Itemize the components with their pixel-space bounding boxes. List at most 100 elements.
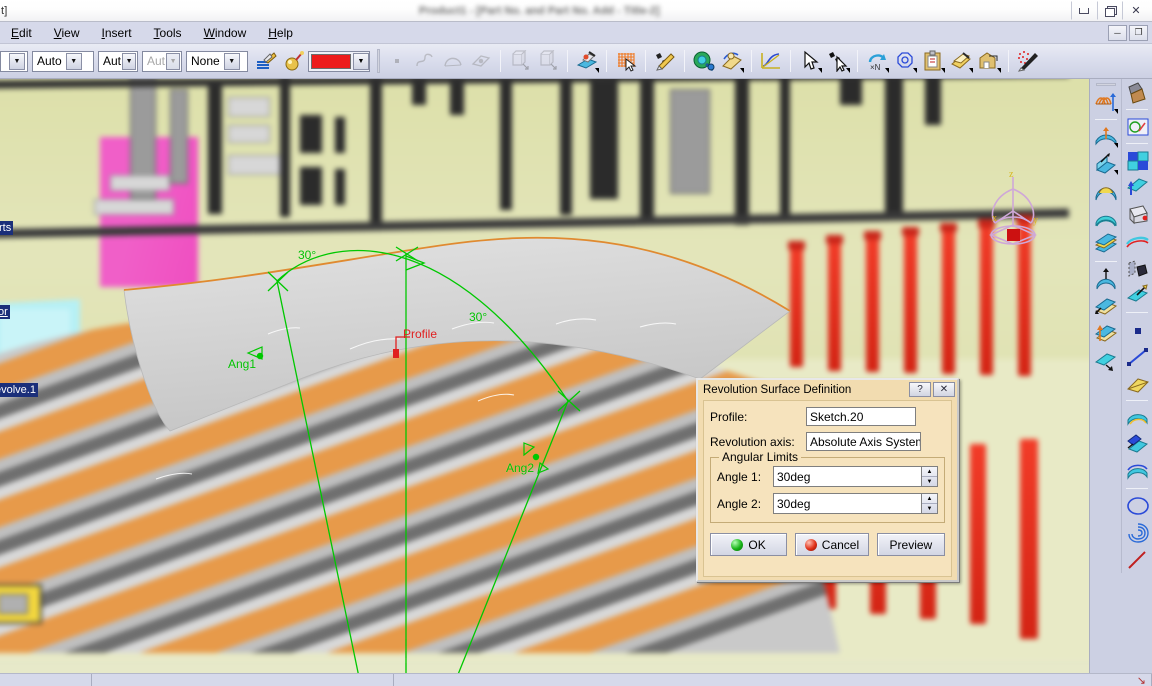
repeat-object-icon[interactable]: ×N — [864, 48, 890, 74]
sketcher-icon[interactable] — [574, 48, 600, 74]
toolbar-grip[interactable] — [377, 49, 380, 73]
catalog-icon[interactable] — [920, 48, 946, 74]
layer-combo[interactable]: ▼ — [0, 50, 28, 72]
arc-icon[interactable] — [440, 48, 466, 74]
ok-button[interactable]: OK — [710, 533, 788, 556]
parallel-curve-icon[interactable] — [1122, 458, 1152, 485]
line-icon[interactable] — [1122, 343, 1152, 370]
spin-up-icon[interactable]: ▲ — [922, 467, 937, 477]
dialog-close-button[interactable]: ✕ — [933, 382, 955, 397]
dialog-help-button[interactable]: ? — [909, 382, 931, 397]
extrude-surface-icon[interactable] — [1090, 89, 1121, 116]
extrude-icon[interactable] — [507, 48, 533, 74]
profile-field[interactable]: Sketch.20 — [806, 407, 916, 426]
select-icon[interactable] — [797, 48, 823, 74]
preview-button[interactable]: Preview — [876, 533, 945, 556]
menu-item-help[interactable]: Help — [257, 24, 304, 42]
point-element-icon[interactable] — [1122, 316, 1152, 343]
point-icon[interactable] — [1122, 282, 1152, 309]
visualization-combo[interactable]: Auto ▼ — [32, 50, 94, 72]
question-mark-icon: ? — [917, 384, 923, 395]
sketch-tracer-icon[interactable] — [948, 48, 974, 74]
shape-fillet-icon[interactable] — [1122, 255, 1152, 282]
revolve-surface-icon[interactable] — [1090, 123, 1121, 150]
healing-icon[interactable] — [1122, 113, 1152, 140]
angle2-field[interactable]: 30deg — [773, 493, 922, 514]
fill-surface-icon[interactable] — [1090, 231, 1121, 258]
color-picker[interactable]: ▼ — [308, 50, 370, 72]
status-cell — [0, 673, 93, 686]
multi-select-icon[interactable] — [825, 48, 851, 74]
render-style-combo[interactable]: Aut ▼ — [98, 50, 138, 72]
mdi-minimize-button[interactable]: ─ — [1108, 24, 1127, 41]
rendering-icon[interactable] — [976, 48, 1002, 74]
spin-down-icon[interactable]: ▼ — [922, 504, 937, 513]
spin-down-icon[interactable]: ▼ — [922, 477, 937, 486]
revolution-surface-dialog[interactable]: Revolution Surface Definition ? ✕ Profil… — [696, 378, 959, 582]
intersection-icon[interactable] — [1122, 431, 1152, 458]
angle2-spin-buttons[interactable]: ▲ ▼ — [922, 493, 938, 514]
trim-icon[interactable] — [1122, 174, 1152, 201]
3d-viewport[interactable]: 30° 30° Ang1 Ang2 Profile z x y rts or v… — [0, 79, 1089, 673]
sweep-surface-icon[interactable] — [1090, 204, 1121, 231]
offset-surface-icon[interactable] — [1090, 177, 1121, 204]
extract-boundary-icon[interactable] — [1122, 228, 1152, 255]
mdi-restore-button[interactable]: ❐ — [1129, 24, 1148, 41]
update-icon[interactable] — [652, 48, 678, 74]
point-icon[interactable] — [384, 48, 410, 74]
tree-item-parts[interactable]: rts — [0, 221, 14, 235]
angle1-field[interactable]: 30deg — [773, 466, 922, 487]
revolution-axis-field[interactable]: Absolute Axis System — [806, 432, 921, 451]
menu-item-view[interactable]: View — [43, 24, 91, 42]
projection-icon[interactable] — [1122, 404, 1152, 431]
plane-icon[interactable] — [1122, 370, 1152, 397]
menu-item-edit[interactable]: EEditdit — [0, 24, 43, 42]
boundary-icon[interactable] — [1122, 201, 1152, 228]
menu-item-insert[interactable]: Insert — [91, 24, 143, 42]
close-button[interactable]: ✕ — [1123, 1, 1149, 20]
measure-between-icon[interactable] — [719, 48, 745, 74]
spline-icon[interactable] — [412, 48, 438, 74]
apply-material-icon[interactable] — [281, 48, 307, 74]
angular-limits-group: Angular Limits Angle 1: 30deg ▲ ▼ Angle … — [710, 450, 945, 523]
join-icon[interactable] — [1122, 79, 1152, 106]
split-icon[interactable] — [1122, 147, 1152, 174]
image-capture-icon[interactable] — [1015, 48, 1041, 74]
multi-section-surface-icon[interactable] — [1090, 265, 1121, 292]
tree-item-revolve[interactable]: evolve.1 — [0, 383, 38, 397]
angle1-stepper[interactable]: 30deg ▲ ▼ — [773, 466, 938, 487]
pattern-icon[interactable] — [892, 48, 918, 74]
spiral-icon[interactable] — [1122, 519, 1152, 546]
toolbar-separator — [567, 50, 568, 72]
grid-snap-icon[interactable] — [613, 48, 639, 74]
restore-button[interactable] — [1097, 1, 1123, 20]
painter-icon[interactable] — [253, 48, 279, 74]
linetype-combo[interactable]: None ▼ — [186, 50, 248, 72]
menu-item-tools[interactable]: Tools — [143, 24, 193, 42]
sphere-surface-icon[interactable] — [1090, 150, 1121, 177]
angle2-stepper[interactable]: 30deg ▲ ▼ — [773, 493, 938, 514]
circle-icon[interactable] — [1122, 492, 1152, 519]
angle2-label: Angle 2: — [717, 496, 762, 511]
angle1-spin-buttons[interactable]: ▲ ▼ — [922, 466, 938, 487]
extract-icon[interactable] — [1090, 319, 1121, 346]
compass[interactable]: z x y — [975, 171, 1055, 261]
spin-up-icon[interactable]: ▲ — [922, 494, 937, 504]
helix-icon[interactable] — [1122, 546, 1152, 573]
plane-icon[interactable] — [468, 48, 494, 74]
status-arrow-icon: ↘ — [1136, 675, 1146, 686]
menu-item-window[interactable]: Window — [193, 24, 258, 42]
blend-surface-icon[interactable] — [1090, 292, 1121, 319]
tree-item-surface[interactable]: or — [0, 305, 10, 319]
revolve-icon[interactable] — [535, 48, 561, 74]
toolbar-grip[interactable] — [1095, 83, 1116, 86]
graph-icon[interactable] — [758, 48, 784, 74]
cancel-button[interactable]: Cancel — [795, 533, 869, 556]
annotation-ang2: Ang2 — [506, 461, 535, 475]
toolbar-separator — [1094, 119, 1117, 120]
measure-item-icon[interactable] — [691, 48, 717, 74]
dropdown-arrow-icon — [1114, 109, 1118, 114]
toolbar-separator — [1094, 261, 1117, 262]
extrapolate-icon[interactable] — [1090, 346, 1121, 373]
minimize-button[interactable] — [1071, 1, 1097, 20]
